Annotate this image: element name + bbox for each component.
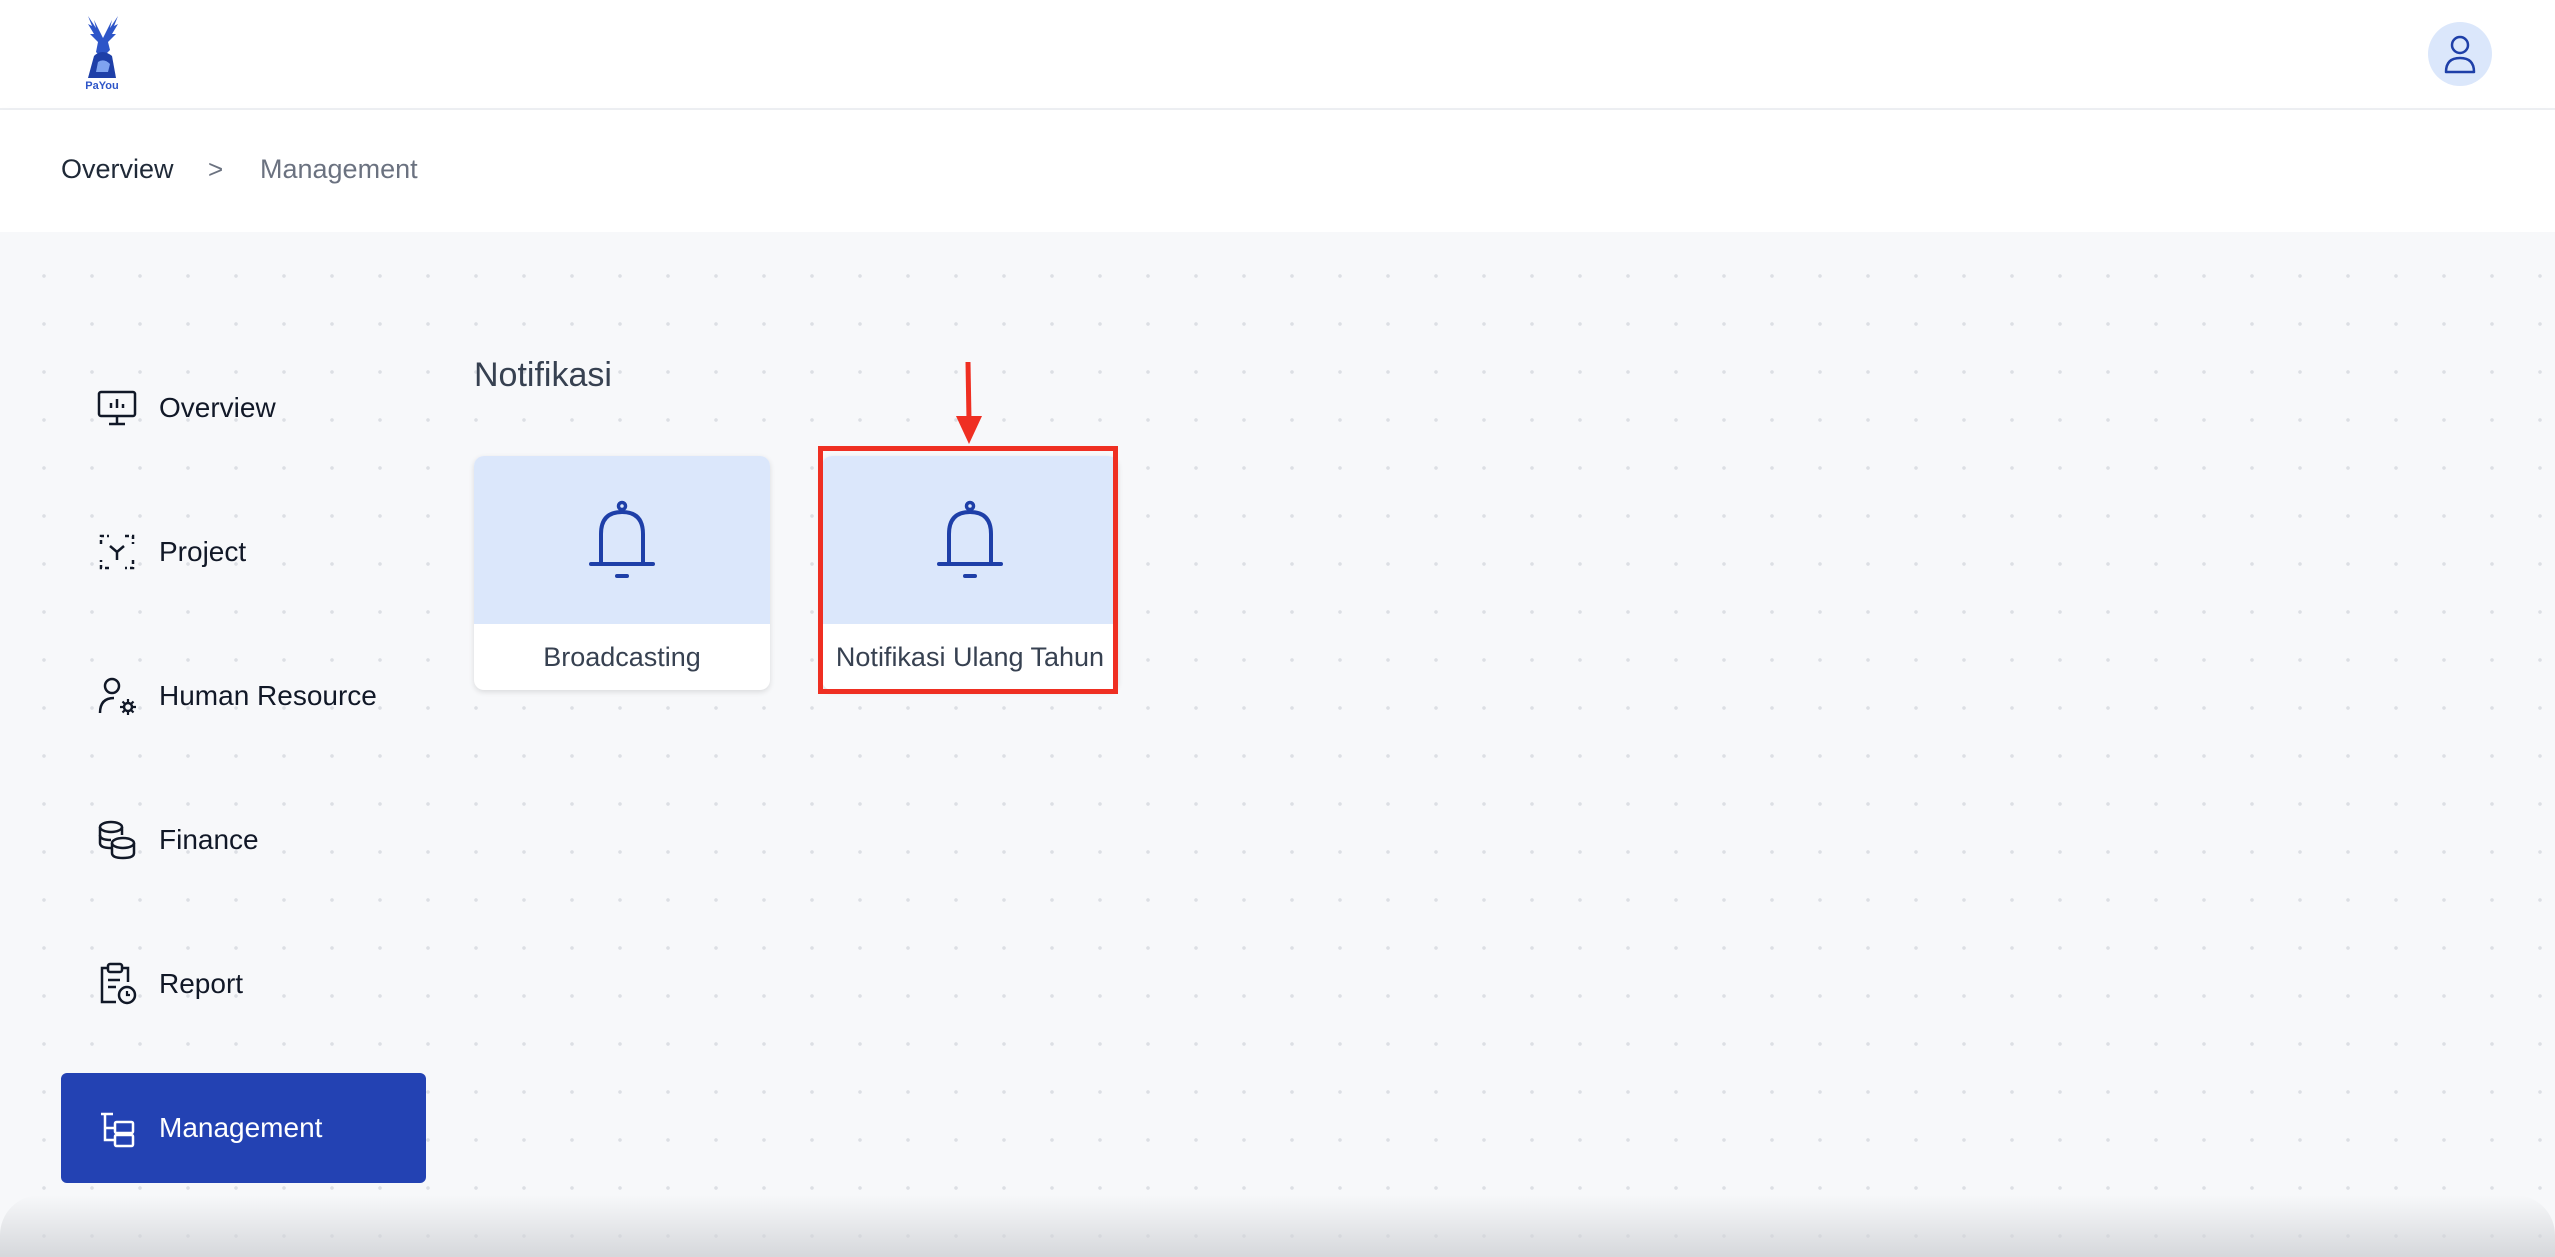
breadcrumb: Overview > Management — [0, 110, 2555, 232]
birthday-notification-card[interactable]: Notifikasi Ulang Tahun — [822, 456, 1118, 690]
sidebar-item-overview[interactable]: Overview — [61, 353, 426, 463]
sidebar-item-label: Overview — [159, 392, 276, 423]
card-label: Notifikasi Ulang Tahun — [835, 641, 1105, 672]
sidebar-item-label: Finance — [159, 824, 259, 855]
user-icon — [2444, 35, 2476, 74]
hierarchy-icon — [95, 1106, 139, 1150]
bell-icon — [937, 500, 1003, 578]
logo-text: PaYou — [85, 80, 119, 92]
arrow-down-icon — [956, 361, 982, 444]
breadcrumb-overview-link[interactable]: Overview — [61, 154, 174, 185]
sidebar-item-management[interactable]: Management — [61, 1073, 426, 1183]
sidebar-item-label: Human Resource — [159, 680, 377, 711]
sidebar-item-label: Management — [159, 1112, 323, 1143]
broadcasting-card[interactable]: Broadcasting — [474, 456, 770, 690]
sidebar-item-label: Project — [159, 536, 247, 567]
project-scan-icon — [95, 530, 139, 574]
payou-logo[interactable]: PaYou — [72, 12, 132, 96]
coins-stack-icon — [95, 818, 139, 862]
user-avatar-button[interactable] — [2428, 22, 2492, 86]
breadcrumb-management-current: Management — [260, 154, 418, 184]
section-title: Notifikasi — [474, 356, 612, 394]
user-gear-icon — [95, 674, 139, 718]
breadcrumb-separator-icon: > — [208, 154, 224, 184]
sidebar-item-finance[interactable]: Finance — [61, 785, 426, 895]
sidebar-item-human-resource[interactable]: Human Resource — [61, 641, 426, 751]
sidebar-item-label: Report — [159, 968, 244, 999]
deer-logo-icon — [88, 16, 118, 78]
sidebar-item-project[interactable]: Project — [61, 497, 426, 607]
top-bar: PaYou — [0, 0, 2555, 110]
bell-icon — [589, 500, 655, 578]
card-label: Broadcasting — [543, 641, 701, 672]
clipboard-clock-icon — [95, 962, 139, 1006]
bottom-panel-edge — [0, 1195, 2555, 1257]
presentation-chart-icon — [95, 386, 139, 430]
sidebar-item-report[interactable]: Report — [61, 929, 426, 1039]
